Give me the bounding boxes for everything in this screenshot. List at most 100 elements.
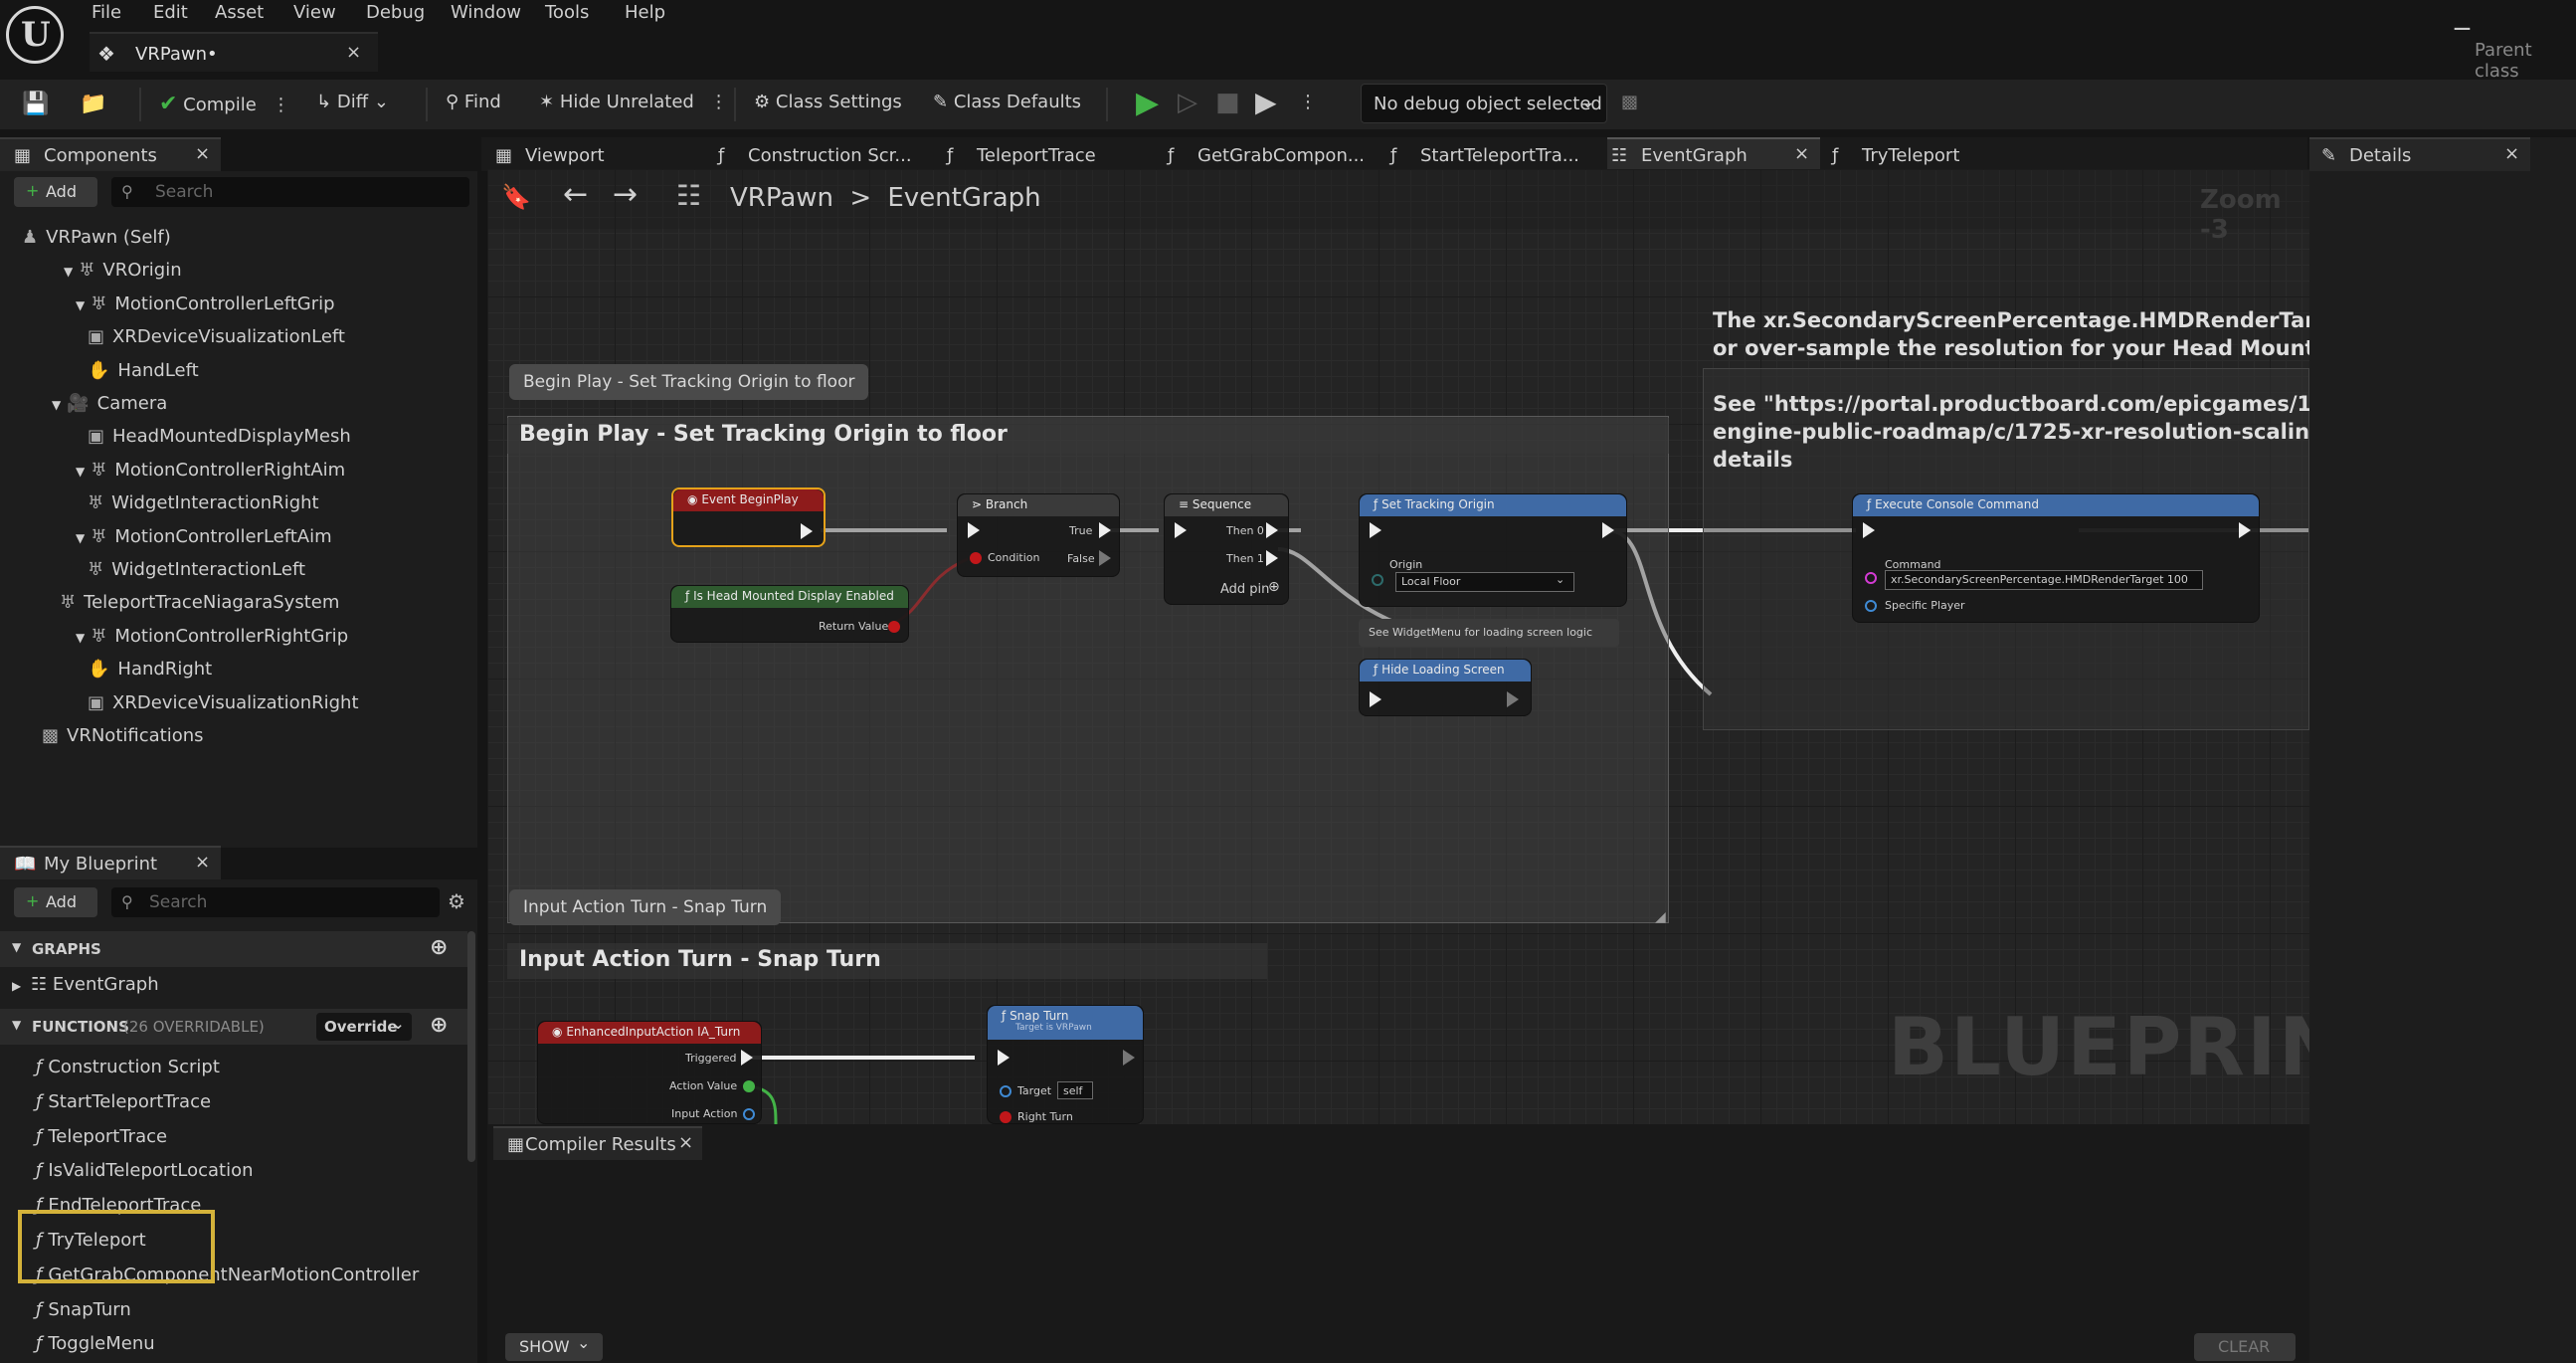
unreal-logo-icon[interactable]: U — [6, 6, 64, 64]
snap-turn-comment-bubble[interactable]: Input Action Turn - Snap Turn — [509, 889, 782, 925]
stop-icon[interactable]: ■ — [1215, 88, 1240, 117]
exec-pin-in[interactable] — [1863, 522, 1875, 538]
action-value-pin[interactable] — [743, 1080, 755, 1092]
right-turn-pin[interactable] — [1000, 1111, 1012, 1123]
save-icon[interactable]: 💾 — [22, 92, 49, 116]
exec-pin-in[interactable] — [968, 522, 980, 538]
true-pin[interactable] — [1099, 522, 1111, 538]
component-item[interactable]: ▼ ♅ VROrigin — [64, 260, 182, 281]
component-item[interactable]: ♅ TeleportTraceNiagaraSystem — [60, 592, 339, 613]
component-item[interactable]: ✋ HandRight — [88, 659, 212, 680]
close-icon[interactable]: × — [195, 143, 210, 164]
add-graph-icon[interactable]: ⊕ — [430, 935, 448, 960]
show-button[interactable]: SHOW ⌄ — [505, 1333, 603, 1361]
enhanced-input-action-node[interactable]: ◉ EnhancedInputAction IA_Turn Triggered … — [537, 1021, 762, 1124]
graph-tab[interactable]: ƒ TeleportTrace — [943, 137, 1152, 171]
add-pin-icon[interactable]: ⊕ — [1268, 579, 1280, 595]
component-item[interactable]: ▼ 🎥 Camera — [52, 393, 167, 414]
exec-pin-out[interactable] — [801, 523, 813, 539]
my-blueprint-scrollbar[interactable] — [467, 931, 475, 1162]
close-icon[interactable]: × — [346, 42, 361, 63]
play-icon[interactable]: ▶ — [1136, 86, 1159, 120]
gear-icon[interactable]: ⚙ — [448, 889, 465, 913]
component-item[interactable]: ♟ VRPawn (Self) — [22, 227, 171, 248]
menu-edit[interactable]: Edit — [153, 2, 188, 23]
debug-filter-icon[interactable]: ▩ — [1621, 92, 1638, 112]
graph-item-eventgraph[interactable]: ▶ ☷ EventGraph — [12, 974, 159, 995]
override-dropdown[interactable]: Override ⌄ — [316, 1013, 412, 1041]
component-item[interactable]: ♅ WidgetInteractionRight — [88, 492, 319, 513]
function-item[interactable]: ƒ SnapTurn — [36, 1299, 131, 1320]
find-button[interactable]: ⚲ Find — [446, 92, 501, 112]
class-settings-button[interactable]: ⚙ Class Settings — [754, 92, 902, 112]
menu-tools[interactable]: Tools — [545, 2, 589, 23]
input-action-pin[interactable] — [743, 1108, 755, 1120]
my-blueprint-search-input[interactable]: ⚲ Search — [111, 887, 440, 917]
step-icon[interactable]: ▷ — [1178, 88, 1197, 117]
widget-note-comment[interactable]: See WidgetMenu for loading screen logic — [1359, 619, 1619, 647]
menu-debug[interactable]: Debug — [366, 2, 425, 23]
exec-pin-in[interactable] — [1370, 522, 1381, 538]
exec-pin-out[interactable] — [1507, 691, 1519, 707]
command-pin[interactable] — [1865, 572, 1877, 584]
exec-pin-out[interactable] — [1602, 522, 1614, 538]
function-item[interactable]: ƒ IsValidTeleportLocation — [36, 1160, 254, 1181]
event-beginplay-node[interactable]: ◉ Event BeginPlay — [671, 487, 826, 547]
component-item[interactable]: ▼ ♅ MotionControllerRightAim — [76, 460, 345, 481]
menu-help[interactable]: Help — [625, 2, 665, 23]
set-tracking-origin-node[interactable]: ƒ Set Tracking Origin Origin Local Floor… — [1359, 493, 1627, 607]
my-blueprint-tab[interactable]: 📖 My Blueprint × — [0, 846, 221, 879]
hide-unrelated-button[interactable]: ✶ Hide Unrelated ⋮ — [539, 92, 728, 112]
close-icon[interactable]: × — [195, 852, 210, 873]
false-pin[interactable] — [1099, 550, 1111, 566]
command-input[interactable]: xr.SecondaryScreenPercentage.HMDRenderTa… — [1885, 570, 2203, 590]
document-tab[interactable]: ❖ VRPawn• × — [90, 32, 378, 72]
menu-file[interactable]: File — [92, 2, 121, 23]
then1-pin[interactable] — [1266, 550, 1278, 566]
component-item[interactable]: ▣ XRDeviceVisualizationRight — [88, 692, 359, 713]
graph-tab[interactable]: ƒ Construction Scr... — [714, 137, 931, 171]
play-options-icon[interactable]: ⋮ — [1299, 92, 1317, 112]
menu-window[interactable]: Window — [451, 2, 521, 23]
component-item[interactable]: ▣ HeadMountedDisplayMesh — [88, 426, 351, 447]
specific-player-pin[interactable] — [1865, 600, 1877, 612]
components-search-input[interactable]: ⚲ Search — [111, 177, 469, 207]
origin-pin[interactable] — [1372, 574, 1383, 586]
is-hmd-enabled-node[interactable]: ƒ Is Head Mounted Display Enabled Return… — [670, 585, 909, 643]
triggered-pin[interactable] — [741, 1050, 753, 1066]
function-item[interactable]: ƒ Construction Script — [36, 1057, 220, 1077]
branch-node[interactable]: ⋗ Branch Condition True False — [957, 493, 1120, 577]
details-tab[interactable]: ✎ Details × — [2309, 137, 2530, 171]
component-item[interactable]: ▼ ♅ MotionControllerLeftGrip — [76, 293, 335, 314]
exec-pin-in[interactable] — [1175, 522, 1187, 538]
menu-view[interactable]: View — [293, 2, 336, 23]
sequence-node[interactable]: ≡ Sequence Then 0 Then 1 Add pin ⊕ — [1164, 493, 1289, 605]
exec-pin-out[interactable] — [2239, 522, 2251, 538]
graph-tab[interactable]: ƒ StartTeleportTra... — [1386, 137, 1595, 171]
function-item[interactable]: ƒ TeleportTrace — [36, 1126, 167, 1147]
close-icon[interactable]: × — [1794, 143, 1809, 164]
add-function-icon[interactable]: ⊕ — [430, 1013, 448, 1038]
add-pin-label[interactable]: Add pin — [1220, 582, 1269, 597]
snap-turn-node[interactable]: ƒ Snap Turn Target is VRPawn Target self… — [987, 1005, 1144, 1124]
diff-button[interactable]: ↳ Diff ⌄ — [316, 92, 389, 112]
graph-tab[interactable]: ƒ TryTeleport — [1828, 137, 2037, 171]
graphs-section-header[interactable]: ▼ GRAPHS ⊕ — [0, 931, 467, 967]
function-item[interactable]: ƒ StartTeleportTrace — [36, 1091, 211, 1112]
add-component-button[interactable]: + Add — [14, 177, 97, 207]
functions-section-header[interactable]: ▼ FUNCTIONS (26 OVERRIDABLE) Override ⌄ … — [0, 1009, 467, 1045]
target-self-field[interactable]: self — [1057, 1081, 1093, 1099]
exec-pin-out[interactable] — [1123, 1050, 1135, 1066]
component-item[interactable]: ▼ ♅ MotionControllerLeftAim — [76, 526, 332, 547]
target-pin[interactable] — [1000, 1085, 1012, 1097]
eject-icon[interactable]: ▶ — [1255, 86, 1277, 118]
graph-tab[interactable]: ▦ Viewport — [491, 137, 700, 171]
condition-pin[interactable] — [970, 552, 982, 564]
function-item[interactable]: ƒ ToggleMenu — [36, 1333, 155, 1354]
origin-select[interactable]: Local Floor ⌄ — [1395, 572, 1574, 592]
compiler-results-tab[interactable]: ▦ Compiler Results × — [493, 1126, 702, 1160]
begin-play-comment-bubble[interactable]: Begin Play - Set Tracking Origin to floo… — [509, 364, 869, 400]
debug-object-dropdown[interactable]: No debug object selected ⌄ — [1361, 84, 1607, 123]
component-item[interactable]: ▩ VRNotifications — [42, 725, 204, 746]
components-tab[interactable]: ▦ Components × — [0, 137, 221, 171]
